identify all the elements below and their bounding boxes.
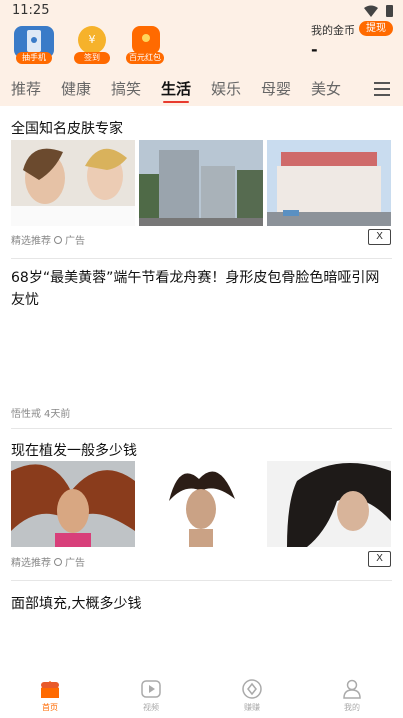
my-coins-label: 我的金币 <box>311 24 355 37</box>
dismiss-ad-button[interactable]: X <box>368 229 391 245</box>
feed-item-title[interactable]: 全国知名皮肤专家 <box>11 118 123 138</box>
status-icons <box>364 5 393 17</box>
nav-video-label: 视频 <box>143 703 159 712</box>
hospital-buildings-photo[interactable] <box>139 140 263 226</box>
feed-source: 精选推荐 <box>11 558 51 569</box>
divider <box>11 258 392 259</box>
hospital-campus-photo[interactable] <box>267 140 391 226</box>
tab-parenting[interactable]: 母婴 <box>261 78 291 99</box>
category-tabs: 推荐 健康 搞笑 生活 娱乐 母婴 美女 <box>0 78 403 103</box>
feed-item-meta: 悟性戒 4天前 <box>11 405 70 420</box>
header: 11:25 抽手机 ¥ 签到 百元红包 我的金币 提现 - 推荐 健康 搞笑 生… <box>0 0 403 106</box>
video-icon <box>141 680 161 698</box>
women-skincare-photo[interactable] <box>11 140 135 226</box>
divider <box>11 580 392 581</box>
reward-label: 抽手机 <box>16 52 52 64</box>
coin-balance: - <box>311 40 318 59</box>
tab-life[interactable]: 生活 <box>161 78 191 103</box>
feed-item-title[interactable]: 面部填充,大概多少钱 <box>11 593 141 613</box>
tab-health[interactable]: 健康 <box>61 78 91 99</box>
nav-home-label: 首页 <box>42 703 58 712</box>
reward-label: 签到 <box>74 52 110 64</box>
divider <box>11 428 392 429</box>
red-packet-icon <box>132 26 160 54</box>
ad-icon <box>54 557 62 566</box>
status-time: 11:25 <box>12 3 50 18</box>
battery-icon <box>386 5 393 17</box>
woman-hair-up-photo[interactable] <box>139 461 263 547</box>
feed-time: 4天前 <box>44 409 71 420</box>
feed-source: 精选推荐 <box>11 236 51 247</box>
reward-sign-in[interactable]: ¥ 签到 <box>72 26 112 66</box>
reward-label: 百元红包 <box>126 52 164 64</box>
ad-label: 广告 <box>65 236 85 247</box>
feed-item-meta: 精选推荐 广告 <box>11 554 85 569</box>
feed-item-meta: 精选推荐 广告 <box>11 232 85 247</box>
feed-item-title[interactable]: 68岁“最美黄蓉”端午节看龙舟赛！身形皮包骨脸色暗哑引网友忧 <box>11 267 391 311</box>
wifi-icon <box>364 5 378 17</box>
earn-icon <box>242 679 262 699</box>
home-icon <box>41 681 59 698</box>
ad-icon <box>54 235 62 244</box>
profile-icon <box>343 679 361 699</box>
tab-entertainment[interactable]: 娱乐 <box>211 78 241 99</box>
nav-video[interactable]: 视频 <box>126 678 176 713</box>
nav-profile[interactable]: 我的 <box>327 678 377 713</box>
ad-label: 广告 <box>65 558 85 569</box>
bottom-nav: 首页 视频 赚赚 我的 <box>0 672 403 718</box>
menu-icon[interactable] <box>374 82 390 96</box>
nav-earn[interactable]: 赚赚 <box>227 678 277 713</box>
withdraw-button[interactable]: 提现 <box>359 21 393 36</box>
feed-item-title[interactable]: 现在植发一般多少钱 <box>11 440 137 460</box>
feed-source: 悟性戒 <box>11 409 41 420</box>
nav-profile-label: 我的 <box>344 703 360 712</box>
dismiss-ad-button[interactable]: X <box>368 551 391 567</box>
woman-flowing-hair-photo[interactable] <box>11 461 135 547</box>
reward-draw-phone[interactable]: 抽手机 <box>14 26 54 66</box>
reward-red-packet[interactable]: 百元红包 <box>124 26 168 66</box>
tab-funny[interactable]: 搞笑 <box>111 78 141 99</box>
tab-beauty[interactable]: 美女 <box>311 78 341 99</box>
nav-earn-label: 赚赚 <box>244 703 260 712</box>
woman-hair-blowing-photo[interactable] <box>267 461 391 547</box>
status-bar: 11:25 <box>0 0 403 24</box>
coin-icon: ¥ <box>78 26 106 54</box>
nav-home[interactable]: 首页 <box>25 678 75 713</box>
tab-recommend[interactable]: 推荐 <box>11 78 41 99</box>
